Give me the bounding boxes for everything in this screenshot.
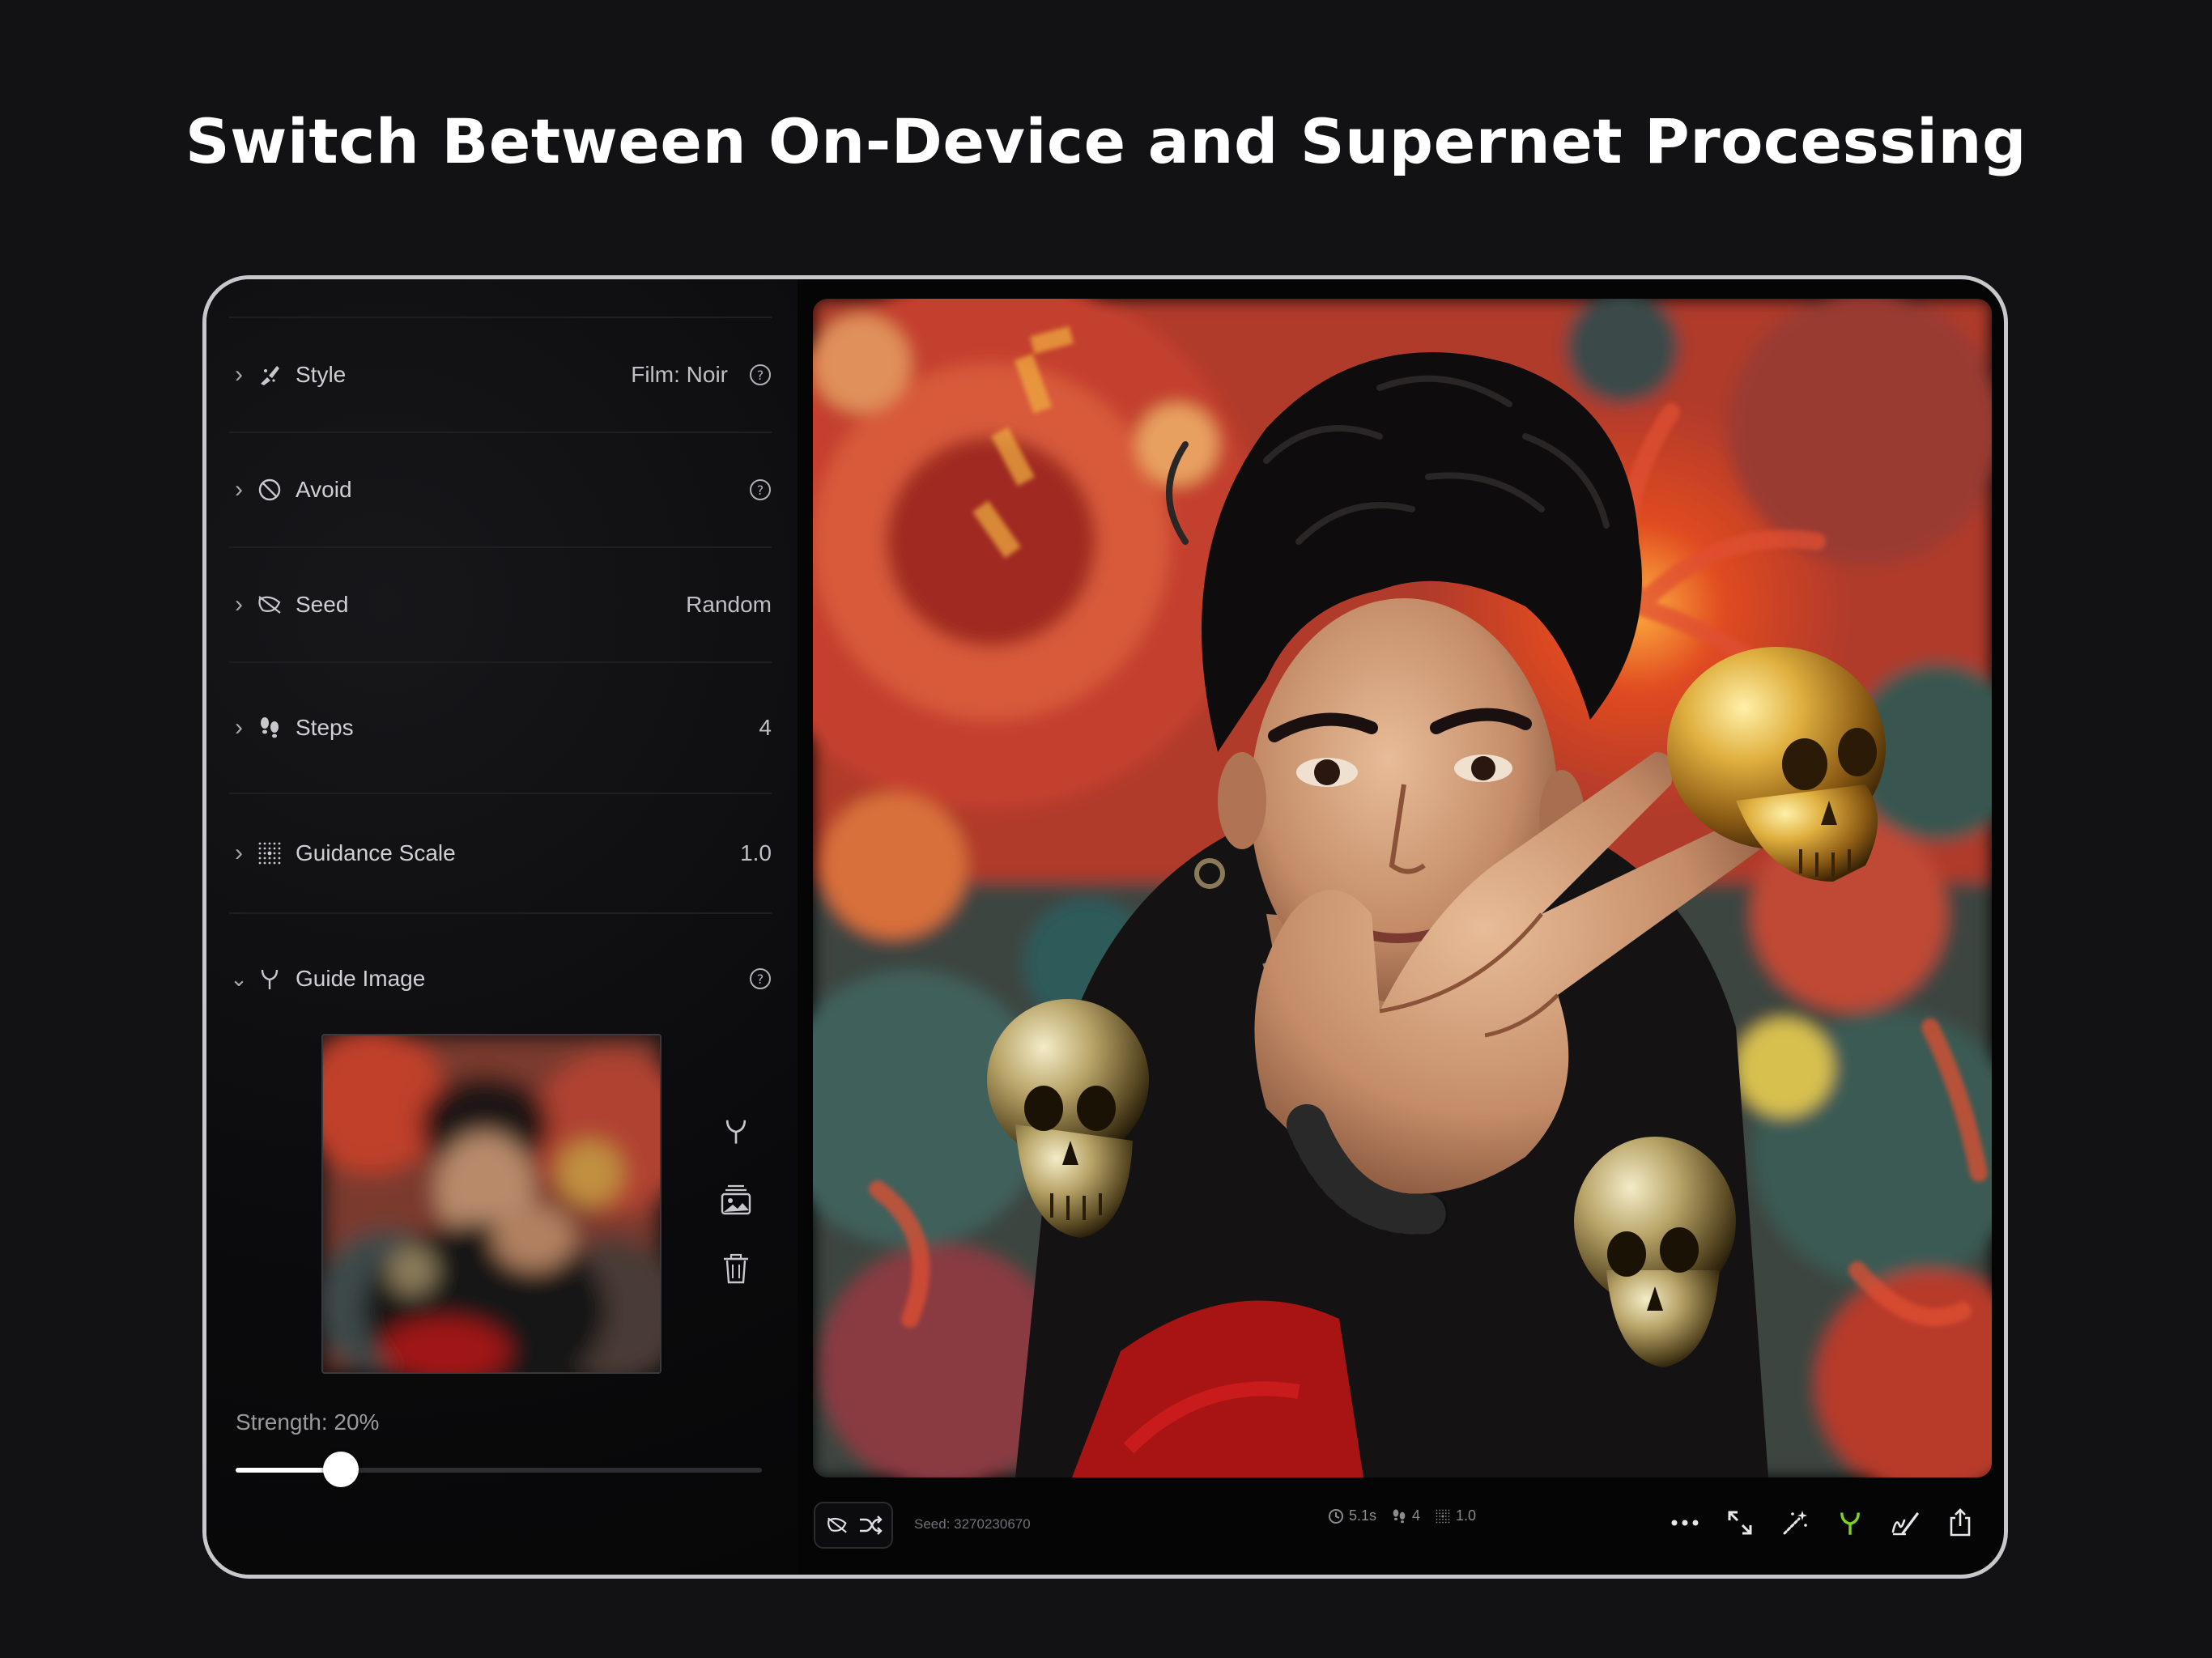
svg-text:?: ? — [757, 368, 764, 383]
guide-image-label: Guide Image — [296, 966, 426, 991]
style-label: Style — [296, 362, 347, 387]
expand-icon — [1726, 1509, 1754, 1537]
steps-label: Steps — [296, 715, 354, 740]
footsteps-icon — [1391, 1508, 1407, 1524]
guidance-stat-value: 1.0 — [1456, 1507, 1477, 1524]
seed-icon — [252, 593, 287, 617]
chevron-right-icon: › — [235, 591, 243, 618]
seed-value: Random — [686, 592, 772, 617]
help-icon[interactable]: ? — [749, 478, 772, 501]
ipad-frame: › Style Film: Noir ? › Avoid ? › Seed Ra… — [202, 275, 2008, 1579]
trash-icon — [721, 1252, 751, 1285]
steps-stat: 4 — [1391, 1507, 1420, 1524]
generated-image[interactable] — [813, 299, 1992, 1477]
seed-readout: Seed: 3270230670 — [914, 1516, 1031, 1532]
time-value: 5.1s — [1349, 1507, 1377, 1524]
steps-row[interactable]: › Steps 4 — [229, 661, 772, 793]
share-icon — [1948, 1508, 1972, 1537]
style-value: Film: Noir — [631, 362, 728, 387]
dots-grid-icon — [252, 840, 287, 866]
guidance-scale-row[interactable]: › Guidance Scale 1.0 — [229, 793, 772, 912]
svg-text:?: ? — [757, 483, 764, 498]
seed-label: Seed — [296, 592, 349, 617]
guidance-stat: 1.0 — [1435, 1507, 1476, 1524]
guide-image-thumbnail[interactable] — [321, 1034, 661, 1374]
guide-image-row[interactable]: ⌄ Guide Image ? — [229, 912, 772, 1044]
chevron-right-icon: › — [235, 840, 243, 866]
settings-panel: › Style Film: Noir ? › Avoid ? › Seed Ra… — [206, 279, 798, 1575]
footsteps-icon — [252, 716, 287, 740]
guide-delete-button[interactable] — [718, 1251, 754, 1286]
style-row[interactable]: › Style Film: Noir ? — [229, 317, 772, 432]
strength-label: Strength: 20% — [236, 1409, 380, 1435]
chevron-right-icon: › — [235, 714, 243, 741]
chevron-down-icon: ⌄ — [230, 966, 248, 991]
brush-icon — [252, 363, 287, 387]
help-icon[interactable]: ? — [749, 967, 772, 990]
share-button[interactable] — [1941, 1503, 1980, 1542]
prohibit-icon — [252, 478, 287, 502]
more-button[interactable] — [1665, 1503, 1704, 1542]
seed-icon — [825, 1515, 849, 1536]
image-actions — [1665, 1503, 1980, 1542]
bottom-toolbar: Seed: 3270230670 5.1s 4 1.0 — [798, 1486, 2004, 1575]
dots-grid-icon — [1435, 1508, 1451, 1524]
avoid-label: Avoid — [296, 477, 352, 502]
seed-row[interactable]: › Seed Random — [229, 546, 772, 661]
chevron-right-icon: › — [235, 361, 243, 388]
page-headline: Switch Between On-Device and Supernet Pr… — [185, 105, 2027, 177]
edit-button[interactable] — [1886, 1503, 1925, 1542]
guide-fork-button[interactable] — [718, 1113, 754, 1149]
fork-icon — [252, 967, 287, 991]
fork-icon — [1836, 1509, 1864, 1537]
strength-slider-thumb[interactable] — [323, 1452, 359, 1487]
help-icon[interactable]: ? — [749, 363, 772, 386]
magic-wand-icon — [1781, 1509, 1809, 1537]
guidance-scale-label: Guidance Scale — [296, 840, 456, 865]
guidance-scale-value: 1.0 — [740, 840, 772, 865]
more-icon — [1670, 1519, 1699, 1527]
avoid-row[interactable]: › Avoid ? — [229, 432, 772, 546]
fork-icon — [721, 1116, 751, 1146]
edit-icon — [1890, 1509, 1921, 1537]
guide-replace-image-button[interactable] — [718, 1181, 754, 1217]
svg-text:?: ? — [757, 971, 764, 987]
shuffle-icon — [858, 1515, 883, 1536]
steps-value: 4 — [759, 715, 772, 740]
image-stack-icon — [720, 1183, 752, 1215]
guide-fork-action-button[interactable] — [1831, 1503, 1870, 1542]
strength-slider[interactable] — [236, 1452, 762, 1487]
expand-button[interactable] — [1721, 1503, 1759, 1542]
enhance-button[interactable] — [1776, 1503, 1814, 1542]
steps-stat-value: 4 — [1412, 1507, 1421, 1524]
chevron-right-icon: › — [235, 476, 243, 503]
timer-icon — [1328, 1508, 1344, 1524]
time-stat: 5.1s — [1328, 1507, 1376, 1524]
seed-mode-toggle[interactable] — [814, 1502, 893, 1549]
generation-stats: 5.1s 4 1.0 — [1328, 1507, 1476, 1524]
